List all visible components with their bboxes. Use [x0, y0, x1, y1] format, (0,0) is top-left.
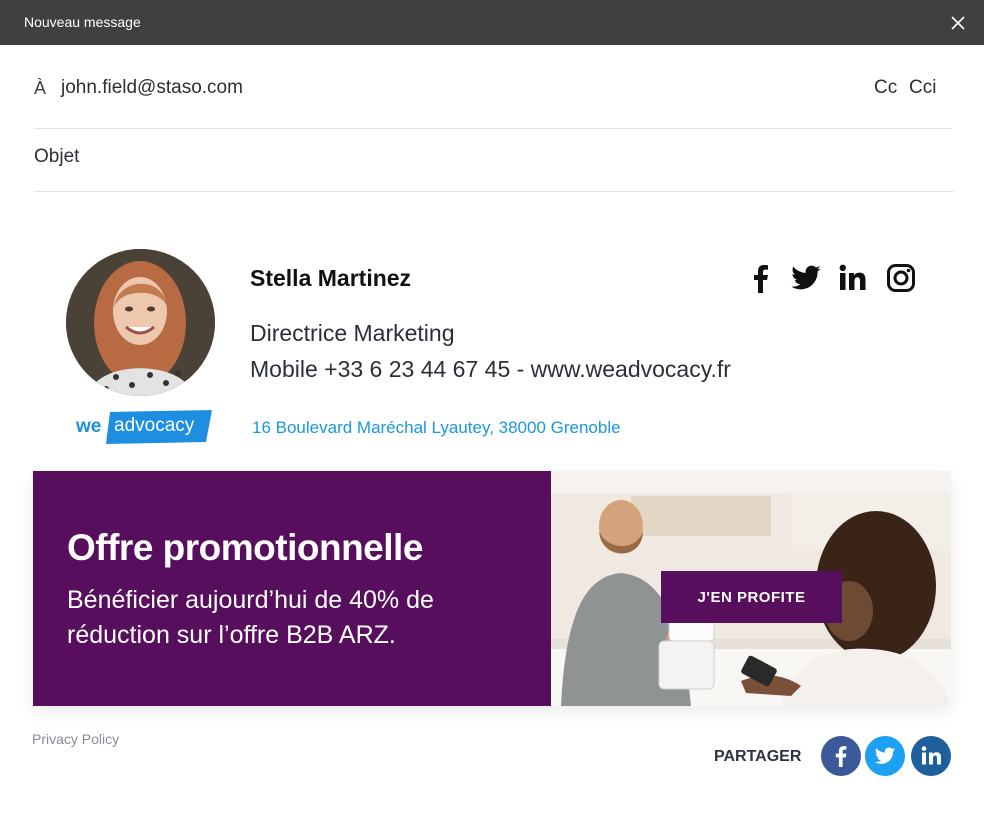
divider — [34, 191, 954, 192]
promo-banner[interactable]: Offre promotionnelle Bénéficier aujourd’… — [33, 471, 951, 706]
logo-part-we: we — [76, 416, 102, 437]
signature-name: Stella Martinez — [250, 265, 412, 291]
promo-title: Offre promotionnelle — [67, 527, 423, 568]
divider — [34, 128, 952, 129]
close-icon[interactable] — [946, 11, 970, 35]
share-label: PARTAGER — [714, 748, 802, 765]
linkedin-icon[interactable] — [837, 262, 869, 294]
cci-button[interactable]: Cci — [909, 77, 936, 99]
signature-address[interactable]: 16 Boulevard Maréchal Lyautey, 38000 Gre… — [252, 418, 621, 438]
subject-field[interactable]: Objet — [34, 146, 952, 176]
instagram-icon[interactable] — [885, 262, 917, 294]
signature-role: Directrice Marketing — [250, 320, 455, 346]
window-title: Nouveau message — [24, 14, 141, 30]
promo-text: Bénéficier aujourd’hui de 40% de réducti… — [67, 586, 434, 649]
promo-photo: J'EN PROFITE — [551, 471, 951, 706]
weadvocacy-logo: we advocacy — [76, 410, 214, 444]
to-field[interactable]: À john.field@staso.com Cc Cci — [34, 68, 952, 108]
cta-button[interactable]: J'EN PROFITE — [661, 571, 842, 623]
avatar — [66, 249, 215, 396]
window-titlebar: Nouveau message — [0, 0, 984, 45]
share-facebook-button[interactable] — [821, 736, 861, 776]
share-twitter-button[interactable] — [865, 736, 905, 776]
to-recipient[interactable]: john.field@staso.com — [61, 77, 243, 99]
logo-part-advocacy: advocacy — [114, 415, 195, 436]
promo-text-panel: Offre promotionnelle Bénéficier aujourd’… — [33, 471, 551, 706]
privacy-policy-link[interactable]: Privacy Policy — [32, 731, 119, 747]
facebook-icon[interactable] — [745, 262, 777, 294]
to-label: À — [34, 78, 47, 98]
share-linkedin-button[interactable] — [911, 736, 951, 776]
cc-button[interactable]: Cc — [874, 77, 897, 99]
signature-contact: Mobile +33 6 23 44 67 45 - www.weadvocac… — [250, 356, 731, 382]
twitter-icon[interactable] — [790, 262, 822, 294]
